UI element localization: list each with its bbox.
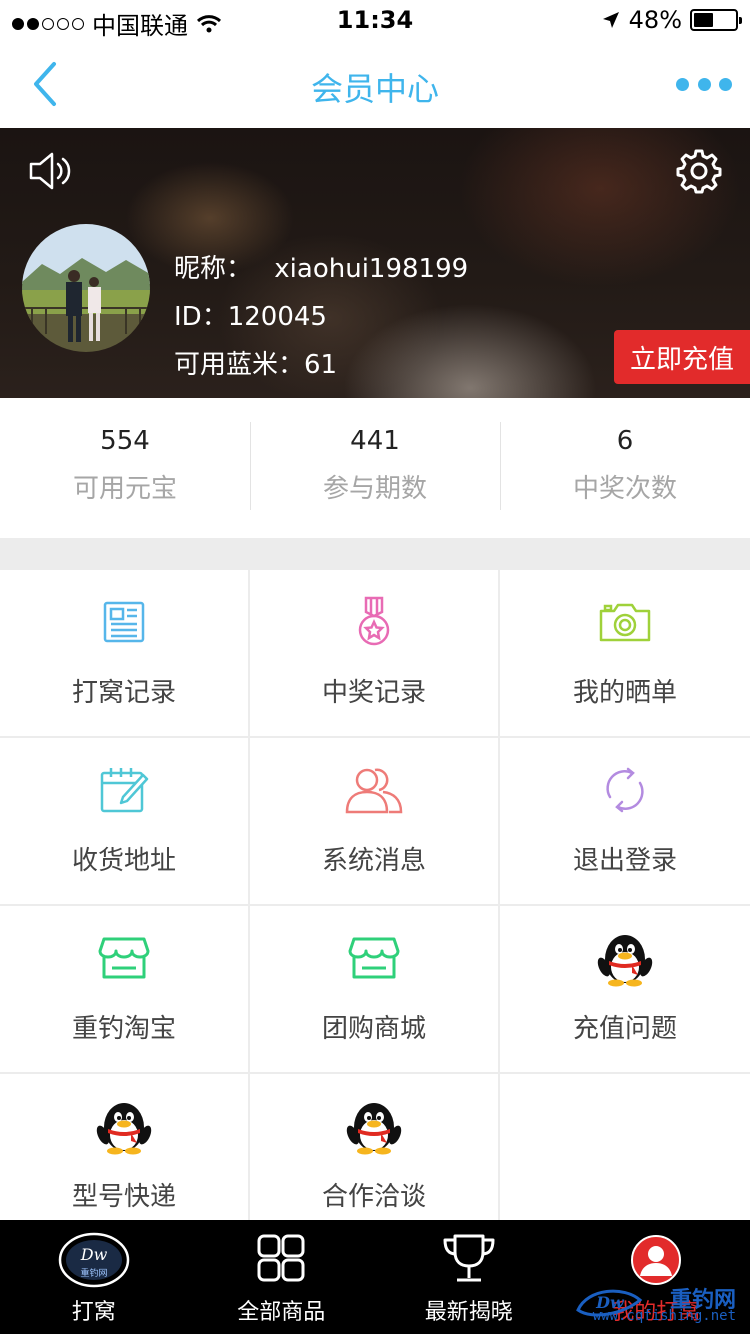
tab-bar: Dw 重钓网 打窝 全部商品 最新揭晓 我的打窝 Dw 重钓网 www.cqfi… — [0, 1220, 750, 1334]
menu-item-label: 充值问题 — [572, 1014, 677, 1044]
calendar-edit-icon — [94, 760, 154, 820]
stat-wins[interactable]: 6 中奖次数 — [500, 398, 750, 538]
users-icon — [344, 760, 404, 820]
battery-percent: 48% — [628, 6, 682, 34]
menu-item-label: 合作洽谈 — [321, 1182, 426, 1212]
menu-item-label: 重钓淘宝 — [71, 1014, 176, 1044]
menu-grid: 打窝记录 中奖记录 我的晒单 收货地址 系统消息 退出登录 重钓淘宝 团购商城 … — [0, 570, 750, 1242]
camera-icon — [595, 592, 655, 652]
battery-fill — [694, 13, 714, 27]
location-arrow-icon — [602, 12, 619, 28]
profile-header: 昵称： xiaohui198199 ID：120045 可用蓝米：61 立即充值 — [0, 128, 750, 398]
menu-item-label: 收货地址 — [71, 846, 176, 876]
stat-value: 441 — [350, 426, 400, 456]
user-id: ID：120045 — [174, 302, 327, 332]
menu-item-label: 我的晒单 — [572, 678, 677, 708]
document-icon — [94, 592, 154, 652]
tab-label: 最新揭晓 — [424, 1300, 513, 1325]
menu-item-model-express[interactable]: 型号快递 — [0, 1074, 250, 1242]
status-bar: 中国联通 11:34 48% — [0, 0, 750, 40]
stat-label: 中奖次数 — [572, 474, 677, 504]
logo-icon: Dw 重钓网 — [58, 1232, 129, 1288]
store-icon — [344, 928, 404, 988]
menu-item-empty — [500, 1074, 750, 1242]
menu-item-prize-records[interactable]: 中奖记录 — [250, 570, 500, 738]
svg-text:Dw: Dw — [79, 1245, 107, 1264]
stat-value: 554 — [100, 426, 150, 456]
nickname-label: 昵称： — [174, 254, 253, 284]
menu-item-shipping-address[interactable]: 收货地址 — [0, 738, 250, 906]
menu-item-label: 中奖记录 — [321, 678, 426, 708]
penguin-icon — [595, 928, 655, 988]
stat-participations[interactable]: 441 参与期数 — [250, 398, 500, 538]
balance-line: 可用蓝米：61 — [174, 350, 338, 380]
trophy-icon — [443, 1234, 495, 1282]
menu-item-logout[interactable]: 退出登录 — [500, 738, 750, 906]
recharge-button[interactable]: 立即充值 — [614, 330, 750, 384]
stat-label: 可用元宝 — [72, 474, 177, 504]
menu-item-label: 打窝记录 — [71, 678, 176, 708]
menu-item-taobao-store[interactable]: 重钓淘宝 — [0, 906, 250, 1074]
grid-icon — [257, 1234, 305, 1282]
menu-item-label: 系统消息 — [321, 846, 426, 876]
watermark-url: www.cqfishing.net — [592, 1308, 736, 1324]
tab-label: 打窝 — [71, 1300, 116, 1325]
more-button[interactable] — [676, 74, 732, 94]
tab-latest-draws[interactable]: 最新揭晓 — [375, 1220, 563, 1334]
nickname-line: 昵称： xiaohui198199 — [174, 248, 468, 285]
stats-row: 554 可用元宝 441 参与期数 6 中奖次数 — [0, 398, 750, 538]
page-title: 会员中心 — [310, 70, 439, 108]
nickname-value: xiaohui198199 — [274, 254, 469, 284]
tab-bait[interactable]: Dw 重钓网 打窝 — [0, 1220, 188, 1334]
menu-item-system-messages[interactable]: 系统消息 — [250, 738, 500, 906]
menu-item-bait-records[interactable]: 打窝记录 — [0, 570, 250, 738]
more-dot — [676, 77, 689, 91]
menu-item-recharge-help[interactable]: 充值问题 — [500, 906, 750, 1074]
penguin-icon — [94, 1096, 154, 1156]
status-right: 48% — [601, 6, 742, 34]
menu-item-my-showcase[interactable]: 我的晒单 — [500, 570, 750, 738]
battery-icon — [690, 9, 742, 31]
section-divider — [0, 538, 750, 570]
avatar[interactable] — [22, 224, 150, 352]
more-dot — [697, 77, 711, 91]
nav-bar: 会员中心 — [0, 40, 750, 128]
stat-value: 6 — [616, 426, 634, 456]
menu-item-label: 退出登录 — [572, 846, 677, 876]
tab-label: 全部商品 — [237, 1300, 326, 1325]
gear-icon[interactable] — [676, 148, 722, 194]
menu-item-label: 型号快递 — [71, 1182, 176, 1212]
stat-label: 参与期数 — [322, 474, 427, 504]
speaker-icon[interactable] — [28, 150, 74, 192]
stat-available-ingots[interactable]: 554 可用元宝 — [0, 398, 250, 538]
store-icon — [94, 928, 154, 988]
tab-all-products[interactable]: 全部商品 — [188, 1220, 376, 1334]
medal-icon — [344, 592, 404, 652]
more-dot — [719, 77, 732, 91]
watermark: Dw 重钓网 www.cqfishing.net — [574, 1280, 744, 1328]
penguin-icon — [344, 1096, 404, 1156]
menu-item-cooperation[interactable]: 合作洽谈 — [250, 1074, 500, 1242]
menu-item-group-buy-mall[interactable]: 团购商城 — [250, 906, 500, 1074]
refresh-icon — [595, 760, 655, 820]
svg-text:重钓网: 重钓网 — [80, 1267, 107, 1279]
menu-item-label: 团购商城 — [321, 1014, 426, 1044]
